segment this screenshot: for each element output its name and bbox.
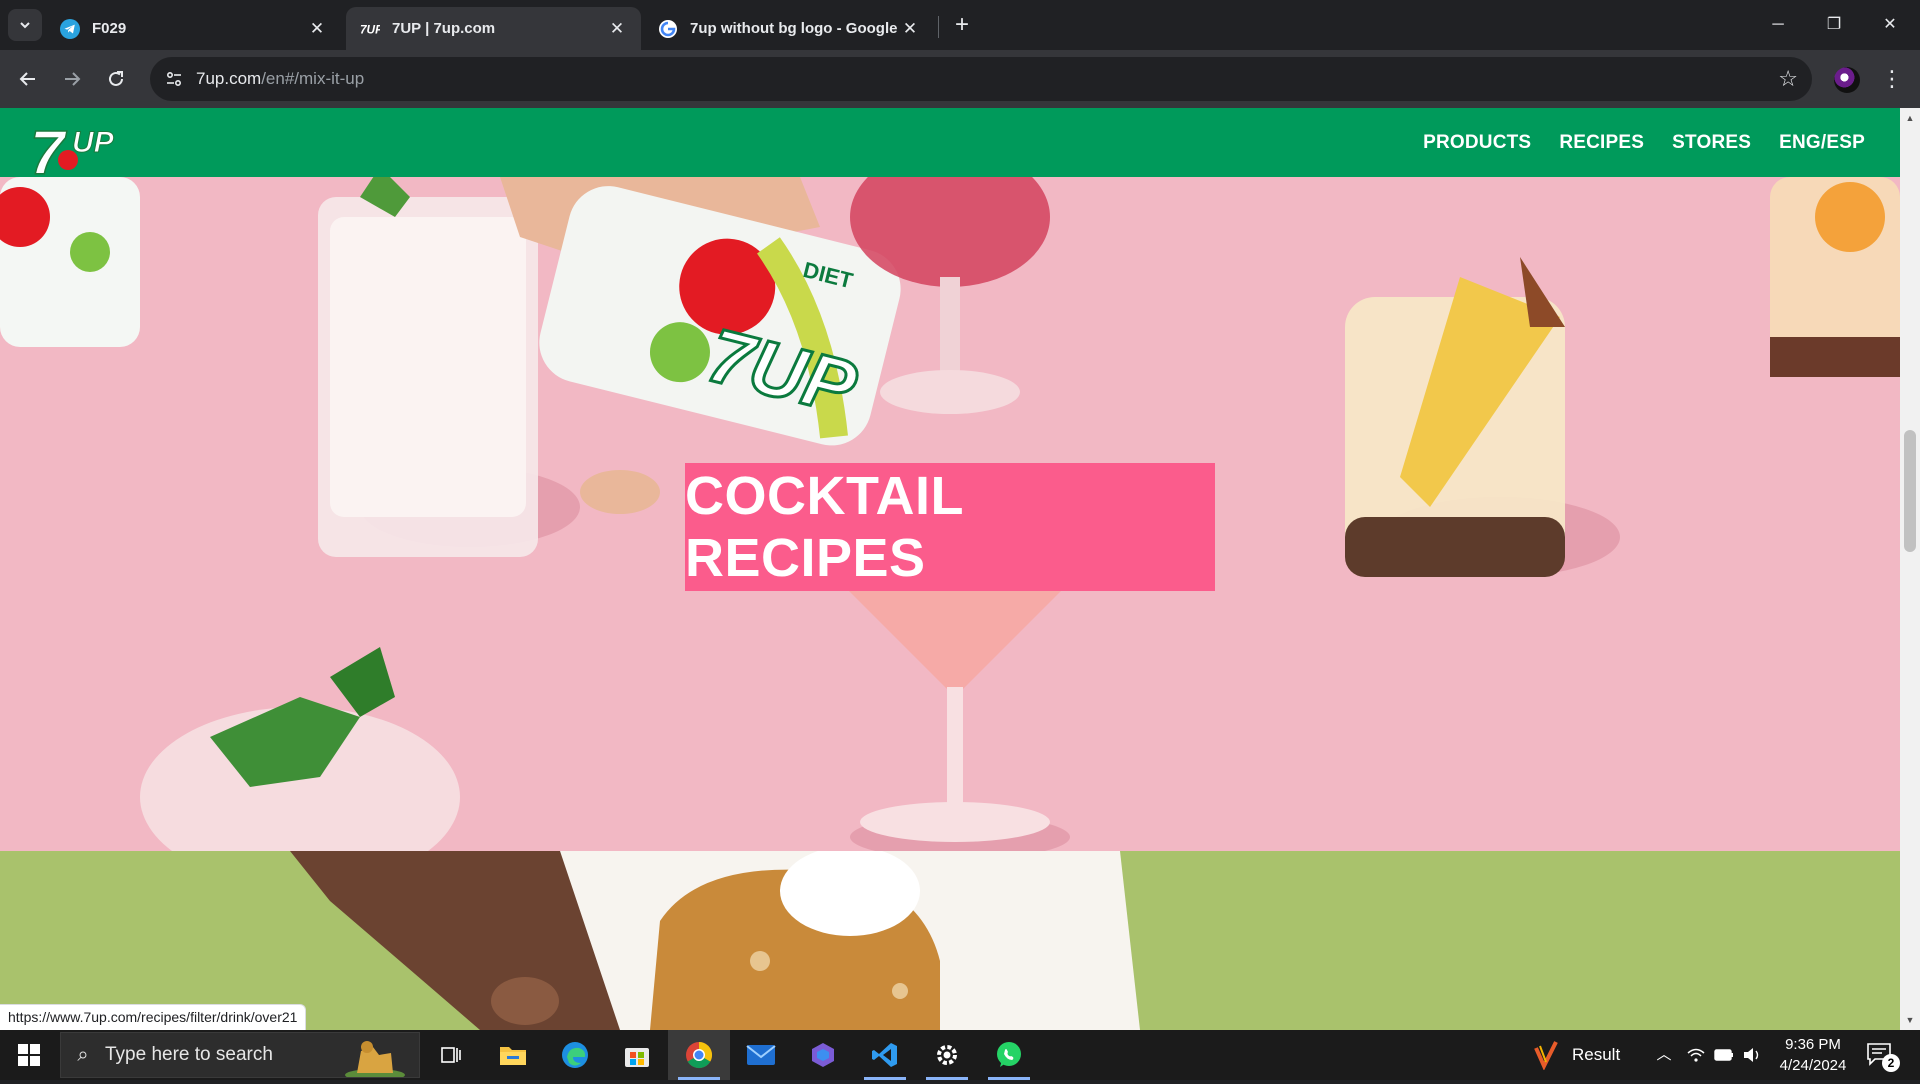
vscode-icon — [872, 1043, 897, 1067]
taskbar-search-box[interactable]: ⌕ Type here to search — [60, 1032, 420, 1078]
task-view-icon — [441, 1047, 461, 1063]
windows-taskbar: ⌕ Type here to search Result ︿ 9:36 PM 4… — [0, 1030, 1920, 1080]
url-host: 7up.com — [196, 69, 262, 88]
whatsapp-button[interactable] — [978, 1030, 1040, 1080]
tab-search-button[interactable] — [8, 9, 42, 41]
nav-stores[interactable]: STORES — [1672, 132, 1751, 154]
vscode-button[interactable] — [854, 1030, 916, 1080]
7up-logo[interactable]: 7 UP — [28, 112, 128, 212]
notification-center-button[interactable]: 2 — [1866, 1038, 1900, 1072]
tab-title: 7up without bg logo - Google — [690, 20, 898, 37]
tray-overflow-chevron-icon[interactable]: ︿ — [1652, 1030, 1676, 1080]
main-nav: PRODUCTS RECIPES STORES ENG/ESP — [1423, 108, 1865, 177]
reload-button[interactable] — [98, 61, 134, 97]
tab-separator — [938, 16, 939, 38]
tab-title: F029 — [92, 20, 127, 37]
store-icon — [625, 1048, 649, 1067]
telegram-icon — [60, 18, 80, 39]
windows-logo-icon — [18, 1044, 40, 1066]
start-button[interactable] — [0, 1030, 58, 1080]
restore-button[interactable]: ❐ — [1806, 0, 1862, 50]
mail-icon — [746, 1045, 776, 1065]
clock-time: 9:36 PM — [1785, 1036, 1841, 1053]
edge-button[interactable] — [544, 1030, 606, 1080]
close-icon[interactable]: ✕ — [307, 19, 327, 39]
copilot-button[interactable] — [792, 1030, 854, 1080]
file-explorer-button[interactable] — [482, 1030, 544, 1080]
chrome-button[interactable] — [668, 1030, 730, 1080]
svg-text:UP: UP — [72, 126, 115, 159]
close-window-button[interactable]: ✕ — [1862, 0, 1918, 50]
clock-date: 4/24/2024 — [1779, 1057, 1847, 1074]
taskbar-clock[interactable]: 9:36 PM 4/24/2024 — [1768, 1034, 1858, 1076]
bookmark-star-icon[interactable]: ☆ — [1778, 57, 1798, 101]
close-icon[interactable]: ✕ — [900, 19, 920, 39]
battery-icon[interactable] — [1712, 1030, 1736, 1080]
menu-kebab-icon[interactable]: ⋮ — [1880, 61, 1904, 97]
settings-icon — [937, 1045, 957, 1065]
tab-title: 7UP | 7up.com — [392, 20, 496, 37]
notification-count-badge: 2 — [1882, 1054, 1900, 1072]
scrollbar-thumb[interactable] — [1904, 430, 1916, 552]
page-scrollbar[interactable]: ▲ ▼ — [1900, 108, 1920, 1030]
back-button[interactable] — [10, 61, 46, 97]
search-highlight-dog-icon — [345, 1041, 405, 1077]
whatsapp-icon — [997, 1042, 1021, 1067]
minimize-button[interactable]: ─ — [1750, 0, 1806, 50]
tab-7up[interactable]: 7UP 7UP | 7up.com ✕ — [346, 7, 641, 50]
scroll-up-arrow-icon[interactable]: ▲ — [1900, 110, 1920, 126]
page-viewport: 7 UP PRODUCTS RECIPES STORES ENG/ESP 7UP… — [0, 108, 1920, 1030]
scroll-down-arrow-icon[interactable]: ▼ — [1900, 1012, 1920, 1028]
profile-avatar[interactable] — [1834, 67, 1860, 93]
copilot-icon — [812, 1043, 834, 1067]
search-icon: ⌕ — [77, 1043, 89, 1066]
result-check-icon — [1534, 1041, 1558, 1070]
task-view-button[interactable] — [420, 1030, 482, 1080]
nav-recipes[interactable]: RECIPES — [1559, 132, 1644, 154]
forward-button[interactable] — [54, 61, 90, 97]
new-tab-button[interactable]: + — [946, 9, 978, 41]
link-status-url: https://www.7up.com/recipes/filter/drink… — [0, 1004, 307, 1030]
7up-favicon: 7UP — [360, 19, 380, 39]
chrome-icon — [686, 1041, 713, 1069]
mail-button[interactable] — [730, 1030, 792, 1080]
reload-icon — [109, 71, 123, 86]
nav-products[interactable]: PRODUCTS — [1423, 132, 1531, 154]
result-widget[interactable]: Result — [1530, 1030, 1620, 1080]
chevron-down-icon — [20, 22, 30, 29]
arrow-left-icon — [19, 72, 35, 86]
tab-strip: F029 ✕ 7UP 7UP | 7up.com ✕ 7up without b… — [0, 0, 1920, 50]
volume-icon[interactable] — [1740, 1030, 1764, 1080]
site-info-icon[interactable] — [160, 65, 188, 93]
svg-text:7UP: 7UP — [360, 22, 380, 35]
browser-toolbar: 7up.com/en#/mix-it-up ☆ ⋮ — [0, 50, 1920, 108]
tab-telegram[interactable]: F029 ✕ — [46, 7, 341, 50]
google-icon — [658, 19, 678, 39]
search-placeholder: Type here to search — [105, 1044, 273, 1065]
site-header: 7 UP PRODUCTS RECIPES STORES ENG/ESP — [0, 108, 1900, 189]
nav-language[interactable]: ENG/ESP — [1779, 132, 1865, 154]
result-label: Result — [1572, 1045, 1621, 1064]
close-icon[interactable]: ✕ — [607, 19, 627, 39]
url-path: /en#/mix-it-up — [261, 69, 365, 88]
tab-google[interactable]: 7up without bg logo - Google ✕ — [644, 7, 934, 50]
store-button[interactable] — [606, 1030, 668, 1080]
address-bar[interactable]: 7up.com/en#/mix-it-up ☆ — [150, 57, 1812, 101]
url-text[interactable]: 7up.com/en#/mix-it-up — [196, 57, 364, 101]
edge-icon — [562, 1042, 588, 1068]
arrow-right-icon — [65, 72, 81, 86]
cocktail-hero-image[interactable]: 7UP DIET COCKTAIL RECIPES — [0, 177, 1900, 851]
file-explorer-icon — [500, 1047, 526, 1065]
wifi-icon[interactable] — [1684, 1030, 1708, 1080]
cocktail-recipes-button[interactable]: COCKTAIL RECIPES — [685, 463, 1215, 591]
settings-button[interactable] — [916, 1030, 978, 1080]
